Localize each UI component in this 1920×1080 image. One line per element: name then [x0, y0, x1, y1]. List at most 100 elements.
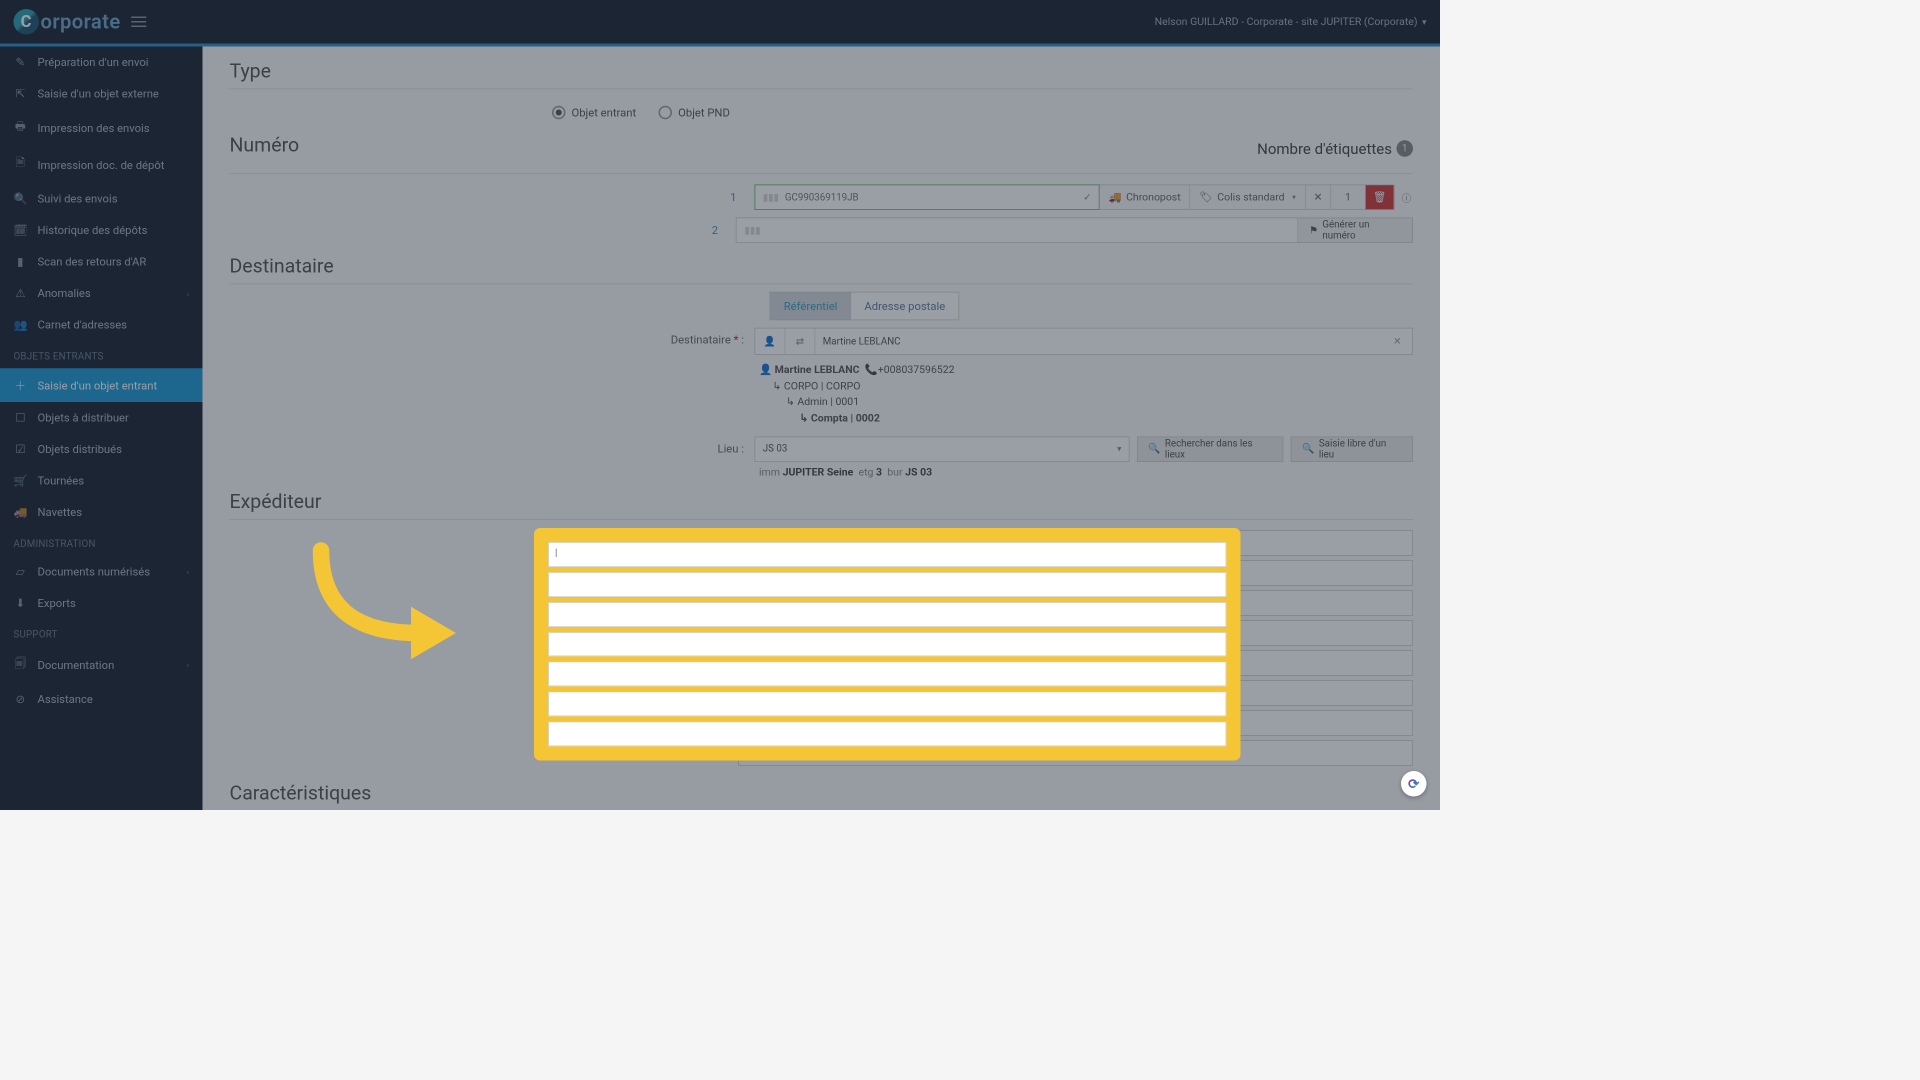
chevron-left-icon: ‹ — [187, 288, 189, 298]
chevron-down-icon: ▾ — [1422, 17, 1427, 28]
sidebar-item-icon: 🖶 — [14, 119, 28, 138]
radio-objet-entrant[interactable]: Objet entrant — [552, 106, 636, 120]
brand-logo[interactable]: C orporate — [14, 9, 121, 35]
numero-row-2: 2 ▮▮▮ ⚑Générer un numéro — [230, 218, 1414, 244]
sidebar-item-icon: 🚚 — [14, 506, 28, 520]
lieu-breadcrumb: imm JUPITER Seine etg 3 bur JS 03 — [759, 466, 1413, 478]
clear-qty-button[interactable]: ✕ — [1306, 185, 1332, 211]
sidebar-item[interactable]: 🛒Tournées — [0, 465, 203, 497]
sidebar-item-label: Suivi des envois — [38, 192, 118, 206]
sidebar-item[interactable]: 🔍 Suivi des envois — [0, 183, 203, 215]
generate-number-button[interactable]: ⚑Générer un numéro — [1299, 218, 1413, 244]
sidebar-item-label: Documents numérisés — [38, 565, 151, 579]
barcode-icon: ▮▮▮ — [744, 225, 760, 236]
lieu-select[interactable]: JS 03 — [755, 436, 1130, 462]
sidebar-item-icon: ⇱ — [14, 87, 28, 101]
sidebar-item[interactable]: ☐Objets à distribuer — [0, 402, 203, 434]
sidebar-item[interactable]: ⚠Anomalies‹ — [0, 278, 203, 310]
sidebar-item-icon: ＋ — [14, 377, 28, 393]
dest-label: Destinataire * : — [230, 328, 755, 347]
radio-dot-icon — [552, 106, 566, 120]
radio-label: Objet PND — [678, 106, 730, 120]
sidebar-item[interactable]: ＋ Saisie d'un objet entrant — [0, 368, 203, 402]
search-lieux-button[interactable]: 🔍Rechercher dans les lieux — [1137, 436, 1283, 462]
sidebar-header-objets: OBJETS ENTRANTS — [0, 341, 203, 369]
sidebar-item[interactable]: ▱Documents numérisés‹ — [0, 556, 203, 588]
tutorial-arrow-icon — [299, 536, 472, 664]
sidebar-header-support: SUPPORT — [0, 619, 203, 647]
sidebar-item-icon: 🗐 — [14, 656, 28, 675]
sidebar-header-admin: ADMINISTRATION — [0, 528, 203, 556]
brand: C orporate — [14, 9, 147, 35]
highlight-input[interactable] — [548, 692, 1226, 717]
numero-input-empty[interactable]: ▮▮▮ — [736, 218, 1299, 244]
sidebar-item-icon: 👥 — [14, 318, 28, 332]
sidebar-item-label: Carnet d'adresses — [38, 318, 127, 332]
tab-referentiel[interactable]: Référentiel — [770, 293, 851, 320]
sidebar-item-label: Saisie d'un objet entrant — [38, 378, 158, 392]
package-label: Colis standard — [1217, 191, 1284, 203]
tab-adresse-postale[interactable]: Adresse postale — [851, 293, 959, 320]
numero-input[interactable]: ▮▮▮ GC990369119JB ✓ — [755, 185, 1100, 211]
help-float-button[interactable]: ⟳ — [1401, 771, 1427, 797]
brand-text: orporate — [41, 10, 121, 34]
hierarchy-icon[interactable]: ⇄ — [785, 329, 815, 355]
sidebar-item-icon: 🗎 — [14, 155, 28, 174]
radio-objet-pnd[interactable]: Objet PND — [659, 106, 730, 120]
sidebar-item-label: Impression des envois — [38, 121, 150, 135]
qty-input[interactable]: 1 — [1331, 185, 1366, 211]
package-type-dropdown[interactable]: 🏷 Colis standard — [1190, 185, 1305, 211]
section-title-destinataire: Destinataire — [230, 255, 1414, 278]
dest-input[interactable]: 👤 ⇄ Martine LEBLANC ✕ — [755, 328, 1414, 355]
section-title-numero: Numéro — [230, 134, 300, 157]
sidebar-item-icon: ⚠ — [14, 287, 28, 301]
sidebar-item-label: Impression doc. de dépôt — [38, 158, 165, 172]
highlight-input[interactable] — [548, 722, 1226, 747]
sidebar-item[interactable]: ▮Scan des retours d'AR — [0, 246, 203, 278]
highlight-input[interactable] — [548, 602, 1226, 627]
highlight-input[interactable] — [548, 632, 1226, 657]
highlight-input[interactable] — [548, 572, 1226, 597]
sidebar-item[interactable]: ⇱ Saisie d'un objet externe — [0, 78, 203, 110]
barcode-icon: ▮▮▮ — [763, 192, 779, 203]
sidebar-item[interactable]: ☑Objets distribués — [0, 434, 203, 466]
sidebar-item[interactable]: 🚚 Navettes — [0, 497, 203, 529]
dest-level3: Compta | 0002 — [811, 413, 880, 425]
sidebar-item-icon: 🔍 — [14, 192, 28, 206]
sidebar-item[interactable]: 👥 Carnet d'adresses — [0, 309, 203, 341]
dest-name: Martine LEBLANC — [775, 364, 860, 376]
sidebar-item[interactable]: 🗐Documentation‹ — [0, 647, 203, 684]
highlight-input[interactable] — [548, 662, 1226, 687]
sidebar-item[interactable]: ⬇Exports — [0, 587, 203, 619]
saisie-libre-button[interactable]: 🔍Saisie libre d'un lieu — [1291, 436, 1413, 462]
sidebar-item[interactable]: ⊘Assistance — [0, 683, 203, 715]
highlight-input[interactable]: | — [548, 542, 1226, 567]
sidebar-item[interactable]: 🗓Historique des dépôts — [0, 215, 203, 247]
menu-toggle-icon[interactable] — [131, 17, 146, 28]
sidebar-item-icon: ⬇ — [14, 596, 28, 610]
info-icon[interactable]: ⓘ — [1402, 190, 1412, 204]
sidebar-item-label: Navettes — [38, 506, 83, 520]
sidebar-item-icon: ☑ — [14, 443, 28, 457]
delete-row-button[interactable]: 🗑 — [1366, 185, 1395, 211]
brand-glyph-icon: C — [14, 9, 40, 35]
person-icon[interactable]: 👤 — [755, 329, 785, 355]
check-icon: ✓ — [1083, 192, 1091, 203]
sidebar-item[interactable]: ✎Préparation d'un envoi — [0, 47, 203, 79]
chevron-left-icon: ‹ — [187, 660, 189, 670]
sidebar-item-icon: ✎ — [14, 56, 28, 70]
radio-label: Objet entrant — [572, 106, 637, 120]
radio-dot-icon — [659, 106, 673, 120]
dest-detail: 👤 Martine LEBLANC 📞+008037596522 ↳ CORPO… — [759, 362, 1413, 427]
carrier-chip[interactable]: 🚚 Chronopost — [1100, 185, 1191, 211]
tag-icon: 🏷 — [1199, 191, 1212, 203]
carrier-label: Chronopost — [1126, 191, 1181, 203]
sidebar-item[interactable]: 🖶 Impression des envois — [0, 110, 203, 147]
user-menu[interactable]: Nelson GUILLARD - Corporate - site JUPIT… — [1155, 16, 1427, 28]
numero-index: 1 — [230, 191, 755, 205]
clear-dest-button[interactable]: ✕ — [1382, 336, 1412, 347]
sidebar-item[interactable]: 🗎 Impression doc. de dépôt — [0, 146, 203, 183]
sidebar-item-label: Saisie d'un objet externe — [38, 87, 159, 101]
nb-etiquettes-label: Nombre d'étiquettes1 — [1257, 140, 1413, 158]
truck-icon: 🚚 — [1109, 191, 1122, 203]
